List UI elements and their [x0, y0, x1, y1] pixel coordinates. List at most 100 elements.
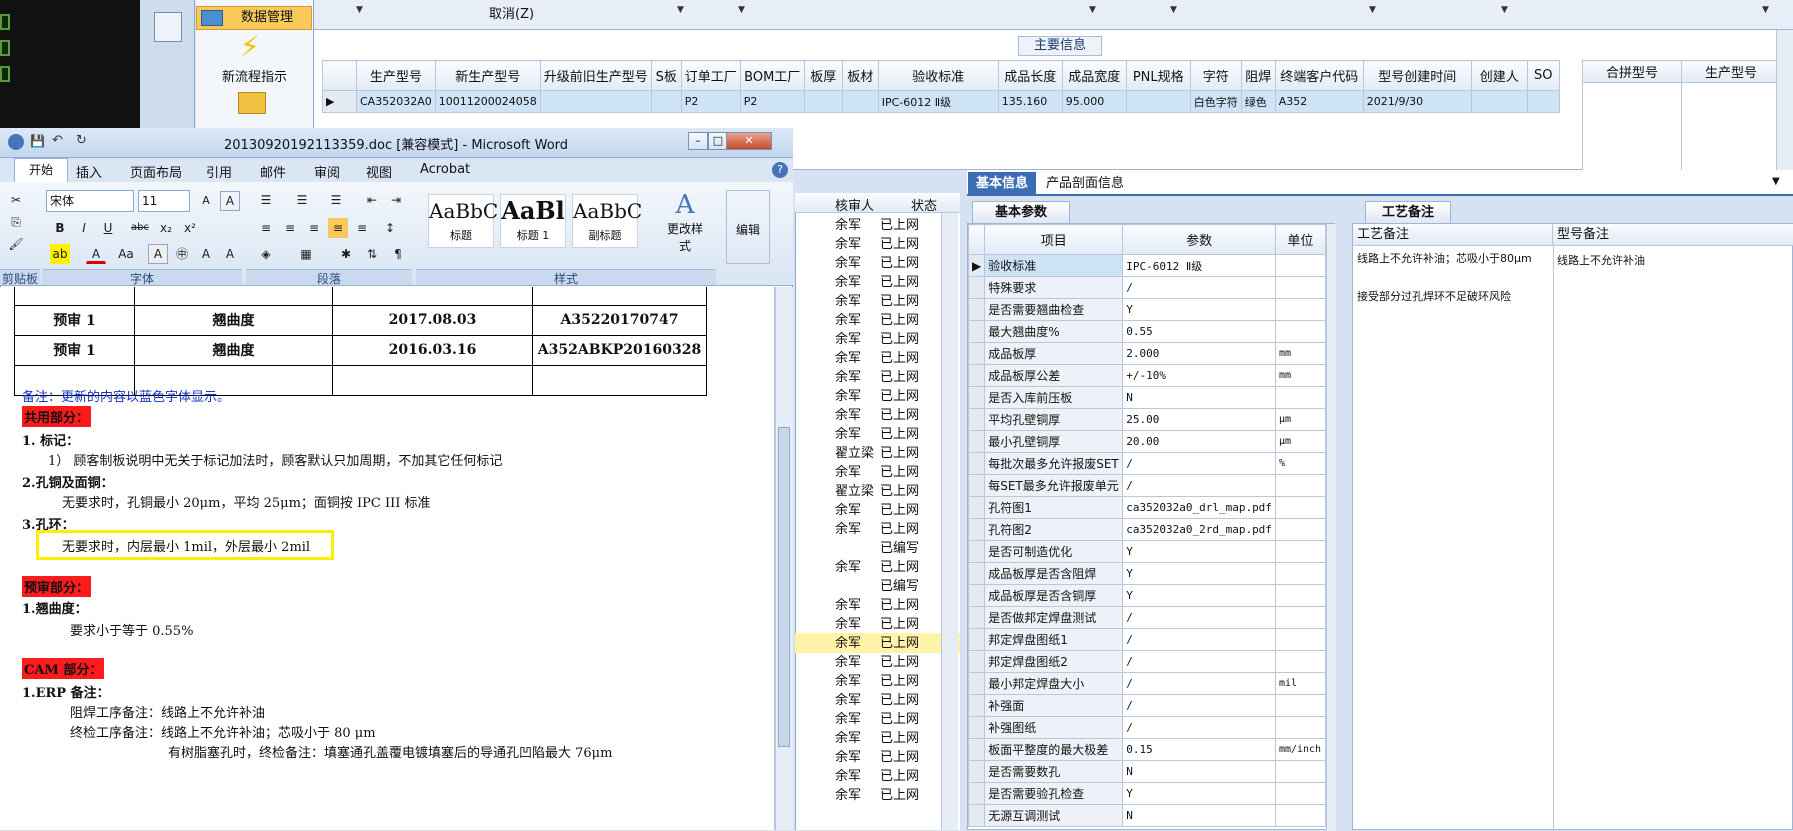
table-row[interactable]: 余军 已上网 — [835, 729, 955, 748]
table-row[interactable]: 成品板厚 2.000 mm — [967, 342, 1326, 365]
change-case-icon[interactable]: Aa — [116, 244, 136, 264]
main-col-header[interactable]: 字符 — [1189, 60, 1242, 91]
param-unit[interactable] — [1274, 518, 1326, 541]
table-row[interactable]: 余军 已上网 — [835, 615, 955, 634]
main-cell[interactable] — [1470, 90, 1528, 113]
table-row[interactable]: 余军 已上网 — [835, 406, 955, 425]
table-row[interactable]: 余军 已上网 — [835, 501, 955, 520]
param-value[interactable]: N — [1122, 386, 1276, 409]
superscript-button[interactable]: x² — [180, 218, 200, 238]
table-row[interactable]: 最小孔壁铜厚 20.00 μm — [967, 430, 1326, 453]
param-unit[interactable]: μm — [1274, 430, 1326, 453]
main-scrollbar[interactable] — [1776, 30, 1793, 170]
chevron-down-icon[interactable]: ▼ — [1501, 5, 1508, 15]
param-name[interactable]: 最大翘曲度% — [984, 320, 1124, 343]
row-indicator[interactable] — [967, 496, 986, 519]
param-name[interactable]: 成品板厚是否含铜厚 — [984, 584, 1124, 607]
main-col-header[interactable]: BOM工厂 — [739, 60, 805, 91]
param-value[interactable]: / — [1122, 452, 1276, 475]
row-indicator[interactable] — [967, 342, 986, 365]
param-name[interactable]: 是否需要翘曲检查 — [984, 298, 1124, 321]
main-cell[interactable] — [803, 90, 843, 113]
enclose-char-icon[interactable]: ㊥ — [172, 244, 192, 264]
param-unit[interactable]: mm — [1274, 342, 1326, 365]
font-color-icon[interactable]: A — [86, 244, 106, 264]
table-row[interactable]: 成品板厚公差 +/-10% mm — [967, 364, 1326, 387]
edit-button[interactable]: 编辑 — [726, 190, 770, 264]
table-row[interactable]: 特殊要求 / — [967, 276, 1326, 299]
redo-icon[interactable]: ↻ — [76, 133, 87, 148]
main-cell[interactable]: P2 — [739, 90, 805, 113]
main-col-header[interactable]: 成品宽度 — [1061, 60, 1127, 91]
param-col-header[interactable]: 参数 — [1122, 224, 1276, 255]
param-value[interactable]: / — [1122, 276, 1276, 299]
chevron-down-icon[interactable]: ▼ — [1089, 5, 1096, 15]
table-row[interactable]: 余军 已上网 — [835, 520, 955, 539]
param-unit[interactable]: mm — [1274, 364, 1326, 387]
param-col-header[interactable]: 单位 — [1274, 224, 1326, 255]
param-value[interactable]: Y — [1122, 584, 1276, 607]
table-row[interactable]: 余军 已上网 — [835, 786, 955, 805]
table-row[interactable]: 余军 已上网 — [835, 691, 955, 710]
param-name[interactable]: 是否做邦定焊盘测试 — [984, 606, 1124, 629]
row-indicator[interactable] — [967, 760, 986, 783]
table-row[interactable]: 余军 已上网 — [835, 368, 955, 387]
param-unit[interactable] — [1274, 474, 1326, 497]
param-name[interactable]: 每批次最多允许报废SET — [984, 452, 1124, 475]
doc-cell[interactable]: 2016.03.16 — [332, 334, 533, 366]
doc-cell[interactable]: 2017.08.03 — [332, 304, 533, 336]
param-value[interactable]: N — [1122, 804, 1276, 827]
table-row[interactable]: 孔符图1 ca352032a0_drl_map.pdf — [967, 496, 1326, 519]
clear-format-icon[interactable]: A — [220, 191, 240, 211]
param-value[interactable]: / — [1122, 606, 1276, 629]
row-indicator[interactable] — [967, 628, 986, 651]
param-name[interactable]: 验收标准 — [984, 254, 1124, 277]
main-cell[interactable]: 白色字符 — [1189, 90, 1242, 113]
table-row[interactable]: 余军 已上网 — [835, 235, 955, 254]
table-row[interactable]: 余军 已上网 — [835, 425, 955, 444]
align-center-icon[interactable]: ≡ — [280, 218, 300, 238]
craft-note-col-header[interactable]: 工艺备注 — [1353, 224, 1553, 246]
row-indicator[interactable] — [967, 276, 986, 299]
param-unit[interactable] — [1274, 716, 1326, 739]
param-value[interactable]: / — [1122, 716, 1276, 739]
chevron-down-icon[interactable]: ▼ — [1170, 5, 1177, 15]
row-indicator[interactable] — [967, 408, 986, 431]
main-cell[interactable] — [1125, 90, 1191, 113]
param-unit[interactable] — [1274, 562, 1326, 585]
main-col-header[interactable]: 阻焊 — [1240, 60, 1276, 91]
format-painter-icon[interactable]: 🖌 — [6, 234, 26, 254]
param-value[interactable]: 20.00 — [1122, 430, 1276, 453]
new-flow-button[interactable]: 新流程指示 — [222, 66, 287, 85]
status-col-header[interactable]: 状态 — [911, 195, 937, 214]
sort-icon[interactable]: ⇅ — [362, 244, 382, 264]
param-name[interactable]: 是否需要验孔检查 — [984, 782, 1124, 805]
param-name[interactable]: 补强图纸 — [984, 716, 1124, 739]
main-cell[interactable] — [1526, 90, 1560, 113]
param-name[interactable]: 是否入库前压板 — [984, 386, 1124, 409]
help-icon[interactable]: ? — [772, 162, 788, 178]
style-heading-1[interactable]: AaBl 标题 1 — [500, 194, 566, 248]
main-col-header[interactable]: 终端客户代码 — [1274, 60, 1364, 91]
param-value[interactable]: / — [1122, 672, 1276, 695]
reviewer-scrollbar[interactable] — [941, 213, 958, 830]
main-col-header[interactable]: S板 — [650, 60, 682, 91]
row-indicator[interactable] — [967, 452, 986, 475]
style-title[interactable]: AaBbC 标题 — [428, 194, 498, 248]
param-unit[interactable] — [1274, 320, 1326, 343]
tab-mailings[interactable]: 邮件 — [260, 162, 286, 181]
param-unit[interactable] — [1274, 276, 1326, 299]
table-row[interactable]: 余军 已上网 — [835, 710, 955, 729]
row-indicator[interactable] — [967, 540, 986, 563]
main-col-header[interactable]: SO — [1526, 60, 1560, 91]
param-unit[interactable]: % — [1274, 452, 1326, 475]
main-cell[interactable]: IPC-6012 Ⅱ级 — [877, 90, 999, 113]
table-row[interactable]: 余军 已上网 — [835, 767, 955, 786]
table-row[interactable]: 余军 已上网 — [835, 216, 955, 235]
param-name[interactable]: 邦定焊盘图纸1 — [984, 628, 1124, 651]
table-row[interactable]: 余军 已上网 — [835, 558, 955, 577]
table-row[interactable]: 余军 已上网 — [835, 254, 955, 273]
shrink-font-button[interactable]: A — [220, 244, 240, 264]
tab-product-profile[interactable]: 产品剖面信息 — [1040, 172, 1130, 196]
param-name[interactable]: 孔符图1 — [984, 496, 1124, 519]
